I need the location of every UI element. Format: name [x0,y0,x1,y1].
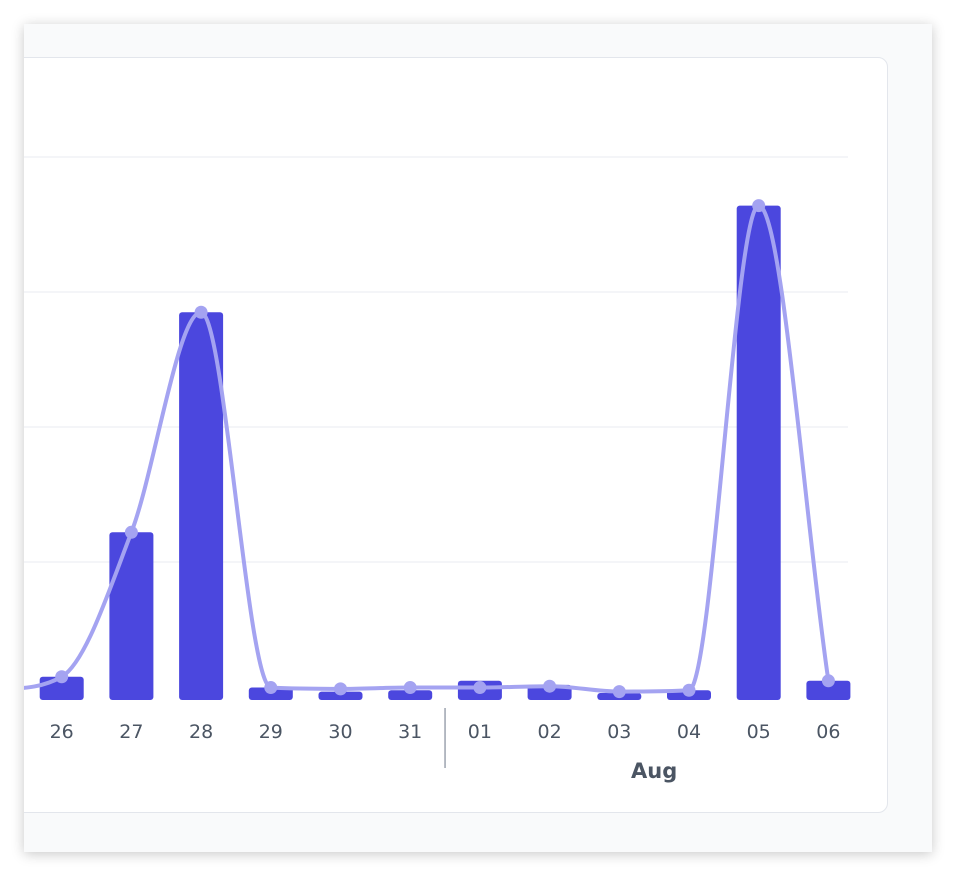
bar-series [39,205,851,700]
line-point [334,682,347,696]
x-axis: 25262728293031010203040506Aug [50,708,840,783]
x-tick-label: 27 [119,721,143,743]
x-tick-label: 02 [538,721,562,743]
x-tick-label: 01 [468,721,492,743]
x-tick-label: 31 [398,721,422,743]
x-tick-label: 29 [259,721,283,743]
line-point [264,681,278,695]
line-point [124,525,138,539]
line-point [682,683,696,697]
x-tick-label: 26 [50,721,74,743]
bar [109,532,154,700]
line-point [752,199,766,213]
x-tick-label: 04 [677,721,701,743]
x-tick-label: 28 [189,721,213,743]
x-tick-label: 03 [607,721,631,743]
line-point [194,305,208,319]
line-point [821,674,835,688]
x-tick-label: 05 [747,721,771,743]
x-tick-label: 30 [328,721,352,743]
line-point [543,679,557,693]
line-point [612,685,626,699]
x-group-label: Aug [631,759,677,783]
line-point [473,681,487,695]
x-tick-label: 06 [816,721,840,743]
line-point [55,670,69,684]
line-point [403,681,417,695]
window: 25262728293031010203040506Aug [24,24,932,852]
daily-bar-line-chart: 25262728293031010203040506Aug [24,156,851,783]
gridlines [24,156,848,563]
